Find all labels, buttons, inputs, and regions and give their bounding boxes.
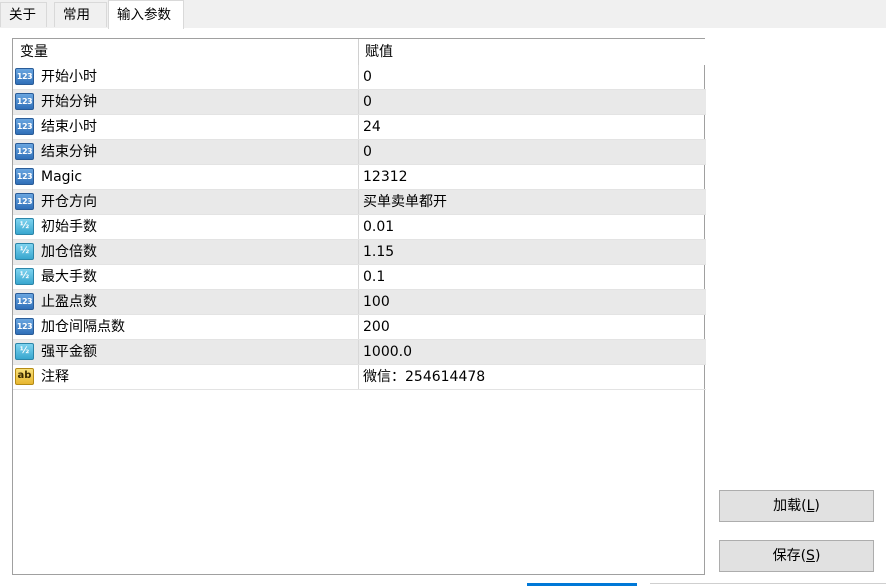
parameter-value[interactable]: 0.01 (363, 215, 394, 239)
cell-divider (358, 365, 359, 389)
double-icon: ½ (15, 243, 34, 260)
table-row[interactable]: ab 注释 微信：254614478 (13, 365, 706, 390)
tab-common[interactable]: 常用 (54, 2, 107, 27)
cell-divider (358, 165, 359, 189)
grid-rows: 123 开始小时 0 123 开始分钟 0 123 结束小时 24 123 结束分钟 0 123 Magi… (13, 65, 706, 390)
cell-divider (358, 265, 359, 289)
parameter-value[interactable]: 0 (363, 90, 372, 114)
parameter-name: 开始分钟 (41, 94, 97, 110)
parameter-name: 加仓间隔点数 (41, 319, 125, 335)
table-row[interactable]: ½ 最大手数 0.1 (13, 265, 706, 290)
int-icon: 123 (15, 293, 34, 310)
table-row[interactable]: 123 开仓方向 买单卖单都开 (13, 190, 706, 215)
cell-divider (358, 65, 359, 89)
parameter-name: 止盈点数 (41, 294, 97, 310)
parameter-name: 开仓方向 (41, 194, 97, 210)
parameter-value[interactable]: 1.15 (363, 240, 394, 264)
tab-bar: 关于 常用 输入参数 (0, 0, 886, 29)
double-icon: ½ (15, 268, 34, 285)
parameter-name: 开始小时 (41, 69, 97, 85)
parameter-name: 加仓倍数 (41, 244, 97, 260)
table-row[interactable]: 123 Magic 12312 (13, 165, 706, 190)
parameter-value[interactable]: 200 (363, 315, 390, 339)
cell-divider (358, 215, 359, 239)
parameter-name: 结束分钟 (41, 144, 97, 160)
double-icon: ½ (15, 218, 34, 235)
parameter-value[interactable]: 微信：254614478 (363, 365, 485, 389)
cell-divider (358, 240, 359, 264)
parameter-value[interactable]: 0.1 (363, 265, 385, 289)
int-icon: 123 (15, 118, 34, 135)
table-row[interactable]: ½ 加仓倍数 1.15 (13, 240, 706, 265)
table-row[interactable]: 123 开始小时 0 (13, 65, 706, 90)
cell-divider (358, 290, 359, 314)
window-bottom-divider (650, 583, 886, 584)
int-icon: 123 (15, 318, 34, 335)
parameter-value[interactable]: 12312 (363, 165, 408, 189)
table-row[interactable]: ½ 强平金额 1000.0 (13, 340, 706, 365)
column-separator[interactable] (358, 39, 359, 65)
parameter-name: 注释 (41, 369, 69, 385)
parameter-name: 结束小时 (41, 119, 97, 135)
cell-divider (358, 190, 359, 214)
parameter-value[interactable]: 0 (363, 65, 372, 89)
table-row[interactable]: ½ 初始手数 0.01 (13, 215, 706, 240)
int-icon: 123 (15, 68, 34, 85)
table-row[interactable]: 123 开始分钟 0 (13, 90, 706, 115)
parameters-grid[interactable]: 变量 赋值 123 开始小时 0 123 开始分钟 0 123 结束小时 24 123 结束分钟 0 1… (12, 38, 706, 575)
load-button[interactable]: 加载(L) (719, 490, 874, 522)
tab-about[interactable]: 关于 (0, 2, 47, 27)
grid-header: 变量 赋值 (13, 39, 706, 65)
parameter-value[interactable]: 0 (363, 140, 372, 164)
table-row[interactable]: 123 加仓间隔点数 200 (13, 315, 706, 340)
parameter-value[interactable]: 1000.0 (363, 340, 412, 364)
table-row[interactable]: 123 结束分钟 0 (13, 140, 706, 165)
int-icon: 123 (15, 168, 34, 185)
cell-divider (358, 340, 359, 364)
parameter-value[interactable]: 买单卖单都开 (363, 190, 447, 214)
parameter-value[interactable]: 24 (363, 115, 381, 139)
int-icon: 123 (15, 93, 34, 110)
string-icon: ab (15, 368, 34, 385)
cell-divider (358, 90, 359, 114)
parameter-name: Magic (41, 169, 83, 185)
parameter-name: 强平金额 (41, 344, 97, 360)
tab-inputs[interactable]: 输入参数 (108, 0, 184, 29)
cell-divider (358, 315, 359, 339)
parameter-name: 最大手数 (41, 269, 97, 285)
table-row[interactable]: 123 结束小时 24 (13, 115, 706, 140)
int-icon: 123 (15, 193, 34, 210)
cell-divider (358, 140, 359, 164)
save-button[interactable]: 保存(S) (719, 540, 874, 572)
column-header-value[interactable]: 赋值 (365, 39, 393, 65)
column-header-variable[interactable]: 变量 (20, 39, 48, 65)
double-icon: ½ (15, 343, 34, 360)
parameter-name: 初始手数 (41, 219, 97, 235)
parameter-value[interactable]: 100 (363, 290, 390, 314)
table-row[interactable]: 123 止盈点数 100 (13, 290, 706, 315)
cell-divider (358, 115, 359, 139)
int-icon: 123 (15, 143, 34, 160)
